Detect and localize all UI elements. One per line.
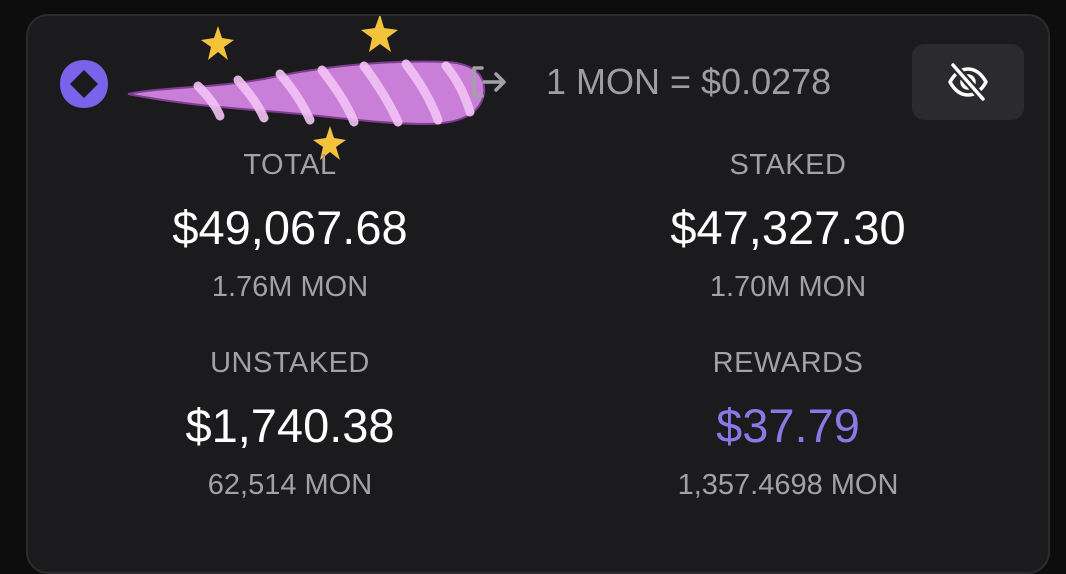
rewards-value: $37.79 [716, 399, 860, 452]
hide-balance-button[interactable] [912, 44, 1024, 120]
unstaked-value: $1,740.38 [185, 399, 395, 452]
staked-mon: 1.70M MON [709, 271, 867, 303]
redaction-scribble [127, 16, 486, 160]
mon-price-text: 1 MON = $0.0278 [546, 61, 832, 102]
monad-logo-icon [60, 60, 108, 108]
total-value: $49,067.68 [172, 201, 408, 254]
rewards-label: REWARDS [712, 347, 864, 379]
staked-value: $47,327.30 [670, 201, 906, 254]
unstaked-stat: UNSTAKED $1,740.38 62,514 MON [70, 346, 510, 502]
total-mon: 1.76M MON [211, 271, 369, 303]
logout-icon[interactable] [468, 62, 510, 102]
card-header: 1 MON = $0.0278 [28, 16, 1048, 160]
total-label: TOTAL [243, 149, 337, 181]
staked-stat: STAKED $47,327.30 1.70M MON [568, 148, 1008, 304]
unstaked-label: UNSTAKED [210, 347, 370, 379]
unstaked-mon: 62,514 MON [207, 469, 373, 501]
total-stat: TOTAL $49,067.68 1.76M MON [70, 148, 510, 304]
eye-off-icon [948, 61, 988, 103]
rewards-mon: 1,357.4698 MON [677, 469, 899, 501]
staked-label: STAKED [729, 149, 847, 181]
rewards-stat: REWARDS $37.79 1,357.4698 MON [568, 346, 1008, 502]
portfolio-card: 1 MON = $0.0278 TOTAL $49,067.68 1.76M M… [26, 14, 1050, 574]
